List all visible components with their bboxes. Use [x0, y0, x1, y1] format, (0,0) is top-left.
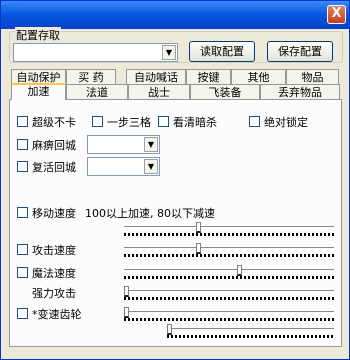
revive-return-checkbox[interactable]: [17, 161, 28, 172]
title-bar[interactable]: X: [1, 1, 349, 29]
save-config-button[interactable]: 保存配置: [267, 41, 333, 62]
attack-speed-label: 攻击速度: [32, 244, 76, 257]
revive-return-label: 复活回城: [32, 161, 76, 174]
attack-speed-checkbox[interactable]: [17, 244, 28, 255]
config-group-label: 配置存取: [15, 27, 61, 43]
gear-checkbox[interactable]: [17, 308, 28, 319]
tab-discard-items[interactable]: 丢弃物品: [260, 84, 340, 100]
move-speed-hint: 100以上加速, 80以下减速: [85, 207, 215, 220]
magic-speed-slider[interactable]: [124, 264, 334, 280]
tab-auto-shout[interactable]: 自动喊话: [126, 69, 186, 85]
slider-track: [167, 328, 334, 330]
tab-speed[interactable]: 加速: [11, 83, 66, 100]
revive-return-select[interactable]: ▼: [87, 157, 160, 176]
slider-ticks: [124, 318, 334, 321]
magic-speed-label: 魔法速度: [32, 267, 76, 280]
move-speed-checkbox[interactable]: [17, 207, 28, 218]
slider-thumb[interactable]: [196, 222, 201, 233]
one-step-three-label: 一步三格: [107, 116, 151, 129]
absolute-lock-checkbox[interactable]: [249, 116, 260, 127]
magic-speed-checkbox[interactable]: [17, 267, 28, 278]
see-stealth-label: 看清暗杀: [173, 116, 217, 129]
tab-warrior[interactable]: 战士: [128, 84, 190, 100]
one-step-three-checkbox[interactable]: [92, 116, 103, 127]
slider-ticks: [124, 233, 334, 236]
slider-ticks: [124, 254, 334, 257]
slider-ticks: [124, 276, 334, 279]
absolute-lock-label: 绝对锁定: [264, 116, 308, 129]
tab-hotkeys[interactable]: 按键: [186, 69, 231, 85]
slider-track: [124, 247, 334, 249]
gear-slider[interactable]: [124, 306, 334, 322]
slider-thumb[interactable]: [196, 243, 201, 254]
tab-other[interactable]: 其他: [231, 69, 286, 85]
slider-thumb[interactable]: [124, 286, 129, 297]
move-speed-label: 移动速度: [32, 207, 76, 220]
see-stealth-checkbox[interactable]: [158, 116, 169, 127]
tab-fly-equip[interactable]: 飞装备: [190, 84, 260, 100]
paralysis-return-select[interactable]: ▼: [87, 135, 160, 154]
tab-taoist[interactable]: 法道: [66, 84, 128, 100]
chevron-down-icon: ▼: [144, 137, 158, 152]
slider-thumb[interactable]: [167, 324, 172, 335]
slider-track: [124, 290, 334, 292]
super-no-lag-checkbox[interactable]: [17, 116, 28, 127]
slider-track: [124, 226, 334, 228]
config-select[interactable]: ▼: [13, 43, 178, 62]
close-button[interactable]: X: [327, 5, 346, 24]
move-speed-slider[interactable]: [124, 221, 334, 237]
gear-label: *变速齿轮: [32, 308, 82, 321]
extra-slider[interactable]: [167, 323, 334, 339]
slider-thumb[interactable]: [237, 265, 242, 276]
super-no-lag-label: 超级不卡: [32, 116, 76, 129]
dialog-window: X 配置存取 ▼ 读取配置 保存配置 自动保护 买 药 自动喊话 按键 其他 物…: [0, 0, 350, 360]
read-config-button[interactable]: 读取配置: [189, 41, 255, 62]
attack-speed-slider[interactable]: [124, 242, 334, 258]
slider-ticks: [167, 335, 334, 338]
slider-thumb[interactable]: [124, 307, 129, 318]
tab-items[interactable]: 物品: [286, 69, 339, 85]
chevron-down-icon: ▼: [144, 159, 158, 174]
slider-track: [124, 311, 334, 313]
paralysis-return-label: 麻痹回城: [32, 139, 76, 152]
paralysis-return-checkbox[interactable]: [17, 139, 28, 150]
tab-buy-potion[interactable]: 买 药: [66, 69, 116, 85]
strong-attack-slider[interactable]: [124, 285, 334, 301]
slider-track: [124, 269, 334, 271]
slider-ticks: [124, 297, 334, 300]
chevron-down-icon: ▼: [162, 45, 176, 60]
strong-attack-label: 强力攻击: [32, 287, 76, 300]
